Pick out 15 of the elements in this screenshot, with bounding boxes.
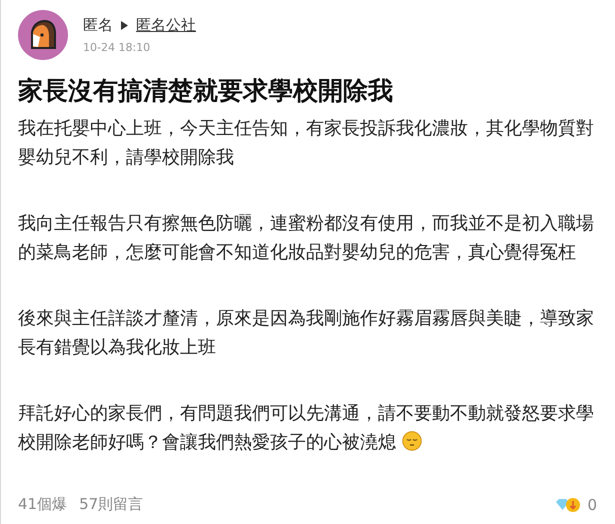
post-paragraph: 我向主任報告只有擦無色防曬，連蜜粉都沒有使用，而我並不是初入職場的菜鳥老師，怎麼可能會不知道化妝品對嬰幼兒的危害，真心覺得冤枉 [18,212,595,264]
board-link[interactable]: 匿名公社 [136,16,196,35]
post-title: 家長沒有搞清楚就要求學校開除我 [18,75,394,107]
diamond-coin-icon [555,496,582,512]
post-paragraph: 我在托嬰中心上班，今天主任告知，有家長投訴我化濃妝，其化學物質對嬰幼兒不利，請學校開除我 [18,117,595,170]
post-paragraph: 拜託好心的家長們，有問題我們可以先溝通，請不要動不動就發怒要求學校開除老師好嗎？會讓我們熱愛孩子的心被澆熄 [18,402,595,454]
post-time: 10-24 18:10 [83,41,152,54]
avatar-icon [18,10,68,60]
triangle-icon [121,21,128,30]
author-name: 匿名 [83,16,113,35]
reaction-count: 41個爆 [18,495,68,514]
comment-count[interactable]: 57則留言 [79,495,144,514]
post-paragraph: 後來與主任詳談才釐清，原來是因為我剛施作好霧眉霧唇與美睫，導致家長有錯覺以為我化妝上班 [18,307,595,360]
sad-face-icon [402,430,422,450]
donation-count: 0 [587,496,597,514]
